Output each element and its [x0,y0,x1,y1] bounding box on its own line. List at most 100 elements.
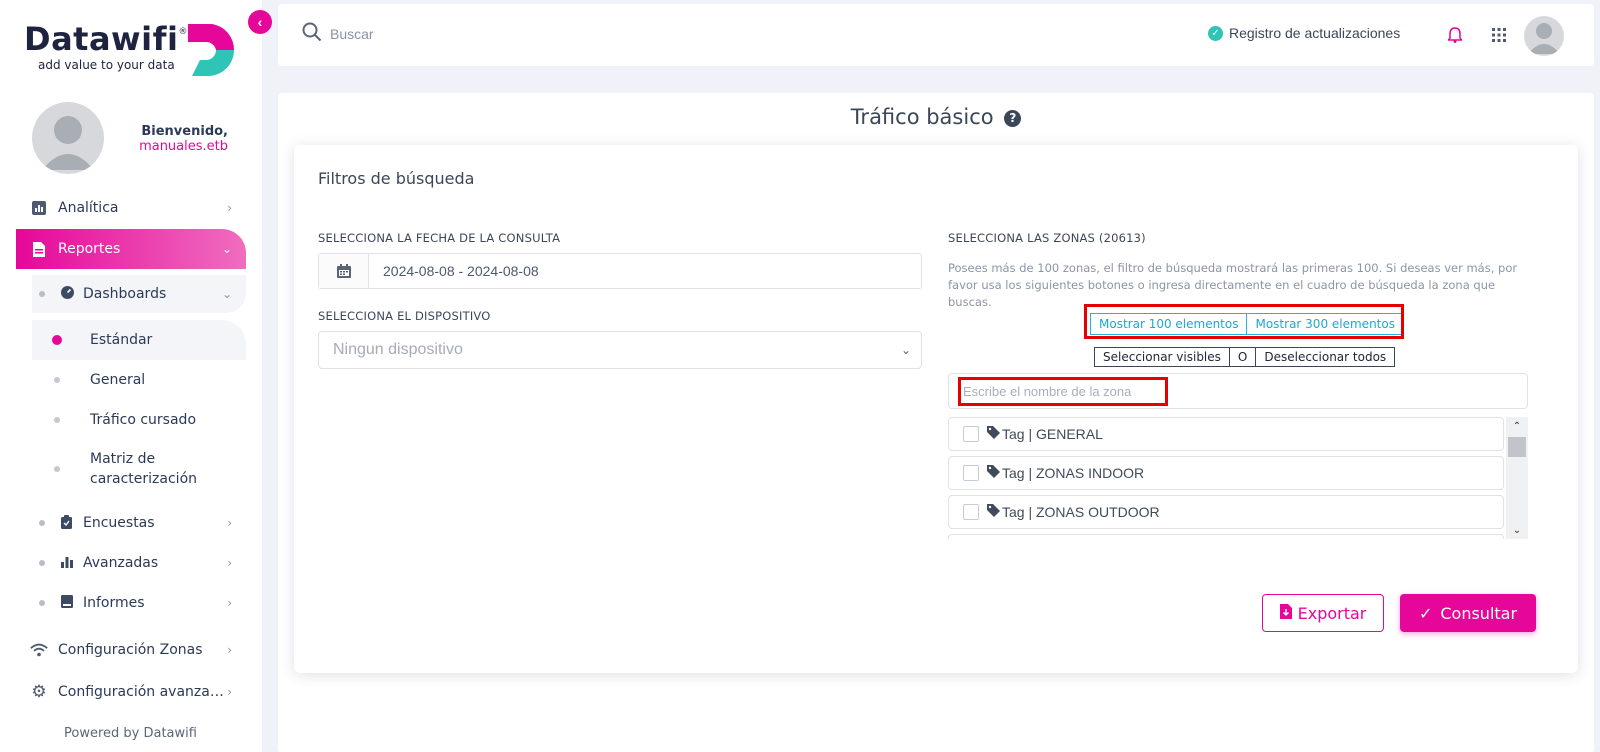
bullet-dot [39,600,45,606]
zone-list-item-partial[interactable] [948,534,1504,539]
logo-mark-icon [188,24,235,76]
consult-button[interactable]: ✓ Consultar [1400,594,1536,632]
sidebar-item-label: Avanzadas [83,555,159,571]
collapse-sidebar-button[interactable]: ‹ [248,10,272,34]
sidebar-item-reportes[interactable]: Reportes ⌄ [16,229,246,269]
gear-icon: ⚙ [31,682,47,702]
zone-list-item[interactable]: Tag | ZONAS OUTDOOR [948,495,1504,529]
topbar: ✓ Registro de actualizaciones [278,4,1594,66]
sidebar-item-label: Estándar [90,332,153,348]
zone-list: Tag | GENERAL Tag | ZONAS INDOOR Tag | Z… [948,417,1528,539]
zone-list-item[interactable]: Tag | GENERAL [948,417,1504,451]
tag-icon [987,426,1000,442]
wifi-icon [30,642,48,658]
filters-title: Filtros de búsqueda [318,169,475,188]
powered-by: Powered by Datawifi [64,726,197,741]
zone-list-item[interactable]: Tag | ZONAS INDOOR [948,456,1504,490]
scroll-down-icon[interactable]: ⌄ [1506,521,1528,539]
chevron-right-icon: › [227,556,232,570]
zones-label: SELECCIONA LAS ZONAS (20613) [948,231,1146,245]
scroll-up-icon[interactable]: ⌃ [1506,417,1528,435]
sidebar-item-label: Analítica [58,200,119,216]
selected-dot [52,335,62,345]
book-icon [61,595,75,611]
search-icon [302,22,322,42]
device-label: SELECCIONA EL DISPOSITIVO [318,309,491,323]
select-visible-button[interactable]: Seleccionar visibles [1095,348,1229,366]
page-title-text: Tráfico básico [850,105,994,129]
selection-buttons-group: Seleccionar visibles O Deseleccionar tod… [1094,347,1396,367]
chevron-down-icon: ⌄ [221,242,232,256]
sidebar-item-config-zonas[interactable]: Configuración Zonas › [16,630,246,670]
bullet-dot [54,417,60,423]
apps-grid-icon[interactable] [1492,28,1506,42]
export-button[interactable]: Exportar [1262,594,1384,632]
tag-icon [987,504,1000,520]
main-content: Tráfico básico ? Filtros de búsqueda SEL… [278,93,1594,752]
consult-label: Consultar [1440,603,1518,623]
scrollbar-thumb[interactable] [1508,437,1526,457]
welcome-label: Bienvenido, [141,124,228,139]
bullet-dot [39,520,45,526]
date-label: SELECCIONA LA FECHA DE LA CONSULTA [318,231,561,245]
sidebar-item-config-avanzada[interactable]: ⚙ Configuración avanza… › [16,672,246,712]
file-download-icon [1279,603,1292,623]
bar-chart-icon [61,556,75,571]
sidebar-item-label: Reportes [58,241,121,257]
logo-tagline: add value to your data [38,58,175,72]
welcome-block: Bienvenido, manuales.etb [139,124,228,154]
tag-icon [987,465,1000,481]
calendar-icon[interactable] [319,254,369,288]
device-select[interactable]: Ningun dispositivo ⌄ [318,331,922,369]
updates-log-link[interactable]: ✓ Registro de actualizaciones [1208,25,1400,41]
zone-label: Tag | GENERAL [1002,426,1103,442]
bell-icon[interactable] [1448,27,1462,43]
logo-wordmark: Datawifi® [24,20,188,58]
zone-search-input[interactable] [948,373,1528,409]
sidebar-item-label: Tráfico cursado [90,412,197,428]
sidebar-item-dashboards[interactable]: Dashboards ⌄ [32,275,246,313]
export-label: Exportar [1297,603,1367,623]
username: manuales.etb [139,139,228,154]
datawifi-logo[interactable]: Datawifi® add value to your data [24,20,240,80]
sidebar-item-trafico-cursado[interactable]: Tráfico cursado [32,400,246,440]
sidebar-item-general[interactable]: General [32,360,246,400]
sidebar-item-matriz[interactable]: Matriz de caracterización [32,442,246,496]
bullet-dot [39,291,45,297]
search-input[interactable] [330,22,630,46]
sidebar-item-informes[interactable]: Informes › [32,584,246,622]
sidebar-item-label: Encuestas [83,515,155,531]
speedometer-icon [61,286,75,302]
date-range-value: 2024-08-08 - 2024-08-08 [383,263,539,279]
bullet-dot [54,377,60,383]
sidebar-item-label: Dashboards [83,286,167,302]
deselect-all-button[interactable]: Deseleccionar todos [1255,348,1395,366]
help-icon[interactable]: ? [1004,109,1022,127]
chevron-right-icon: › [227,596,232,610]
bar-chart-icon [30,201,48,215]
clipboard-icon [61,514,75,532]
zone-checkbox[interactable] [963,426,979,442]
sidebar-item-encuestas[interactable]: Encuestas › [32,504,246,542]
account-avatar[interactable] [1524,16,1564,56]
chevron-right-icon: › [227,516,232,530]
zone-checkbox[interactable] [963,465,979,481]
chevron-right-icon: › [227,685,232,699]
bullet-dot [39,560,45,566]
user-avatar [32,102,104,174]
sidebar-item-avanzadas[interactable]: Avanzadas › [32,544,246,582]
sidebar-item-estandar[interactable]: Estándar [32,320,246,360]
show-300-button[interactable]: Mostrar 300 elementos [1246,314,1402,334]
bullet-dot [54,466,60,472]
device-select-value: Ningun dispositivo [333,341,463,358]
search-filters-card: Filtros de búsqueda SELECCIONA LA FECHA … [294,145,1578,673]
zone-list-scrollbar[interactable]: ⌃ ⌄ [1506,417,1528,539]
show-100-button[interactable]: Mostrar 100 elementos [1091,314,1246,334]
date-range-picker[interactable]: 2024-08-08 - 2024-08-08 [318,253,922,289]
show-elements-group: Mostrar 100 elementos Mostrar 300 elemen… [1090,313,1404,335]
zone-checkbox[interactable] [963,504,979,520]
zone-label: Tag | ZONAS OUTDOOR [1002,504,1160,520]
sidebar-item-analitica[interactable]: Analítica › [16,188,246,228]
chevron-right-icon: › [227,201,232,215]
sidebar-item-label: General [90,372,146,388]
